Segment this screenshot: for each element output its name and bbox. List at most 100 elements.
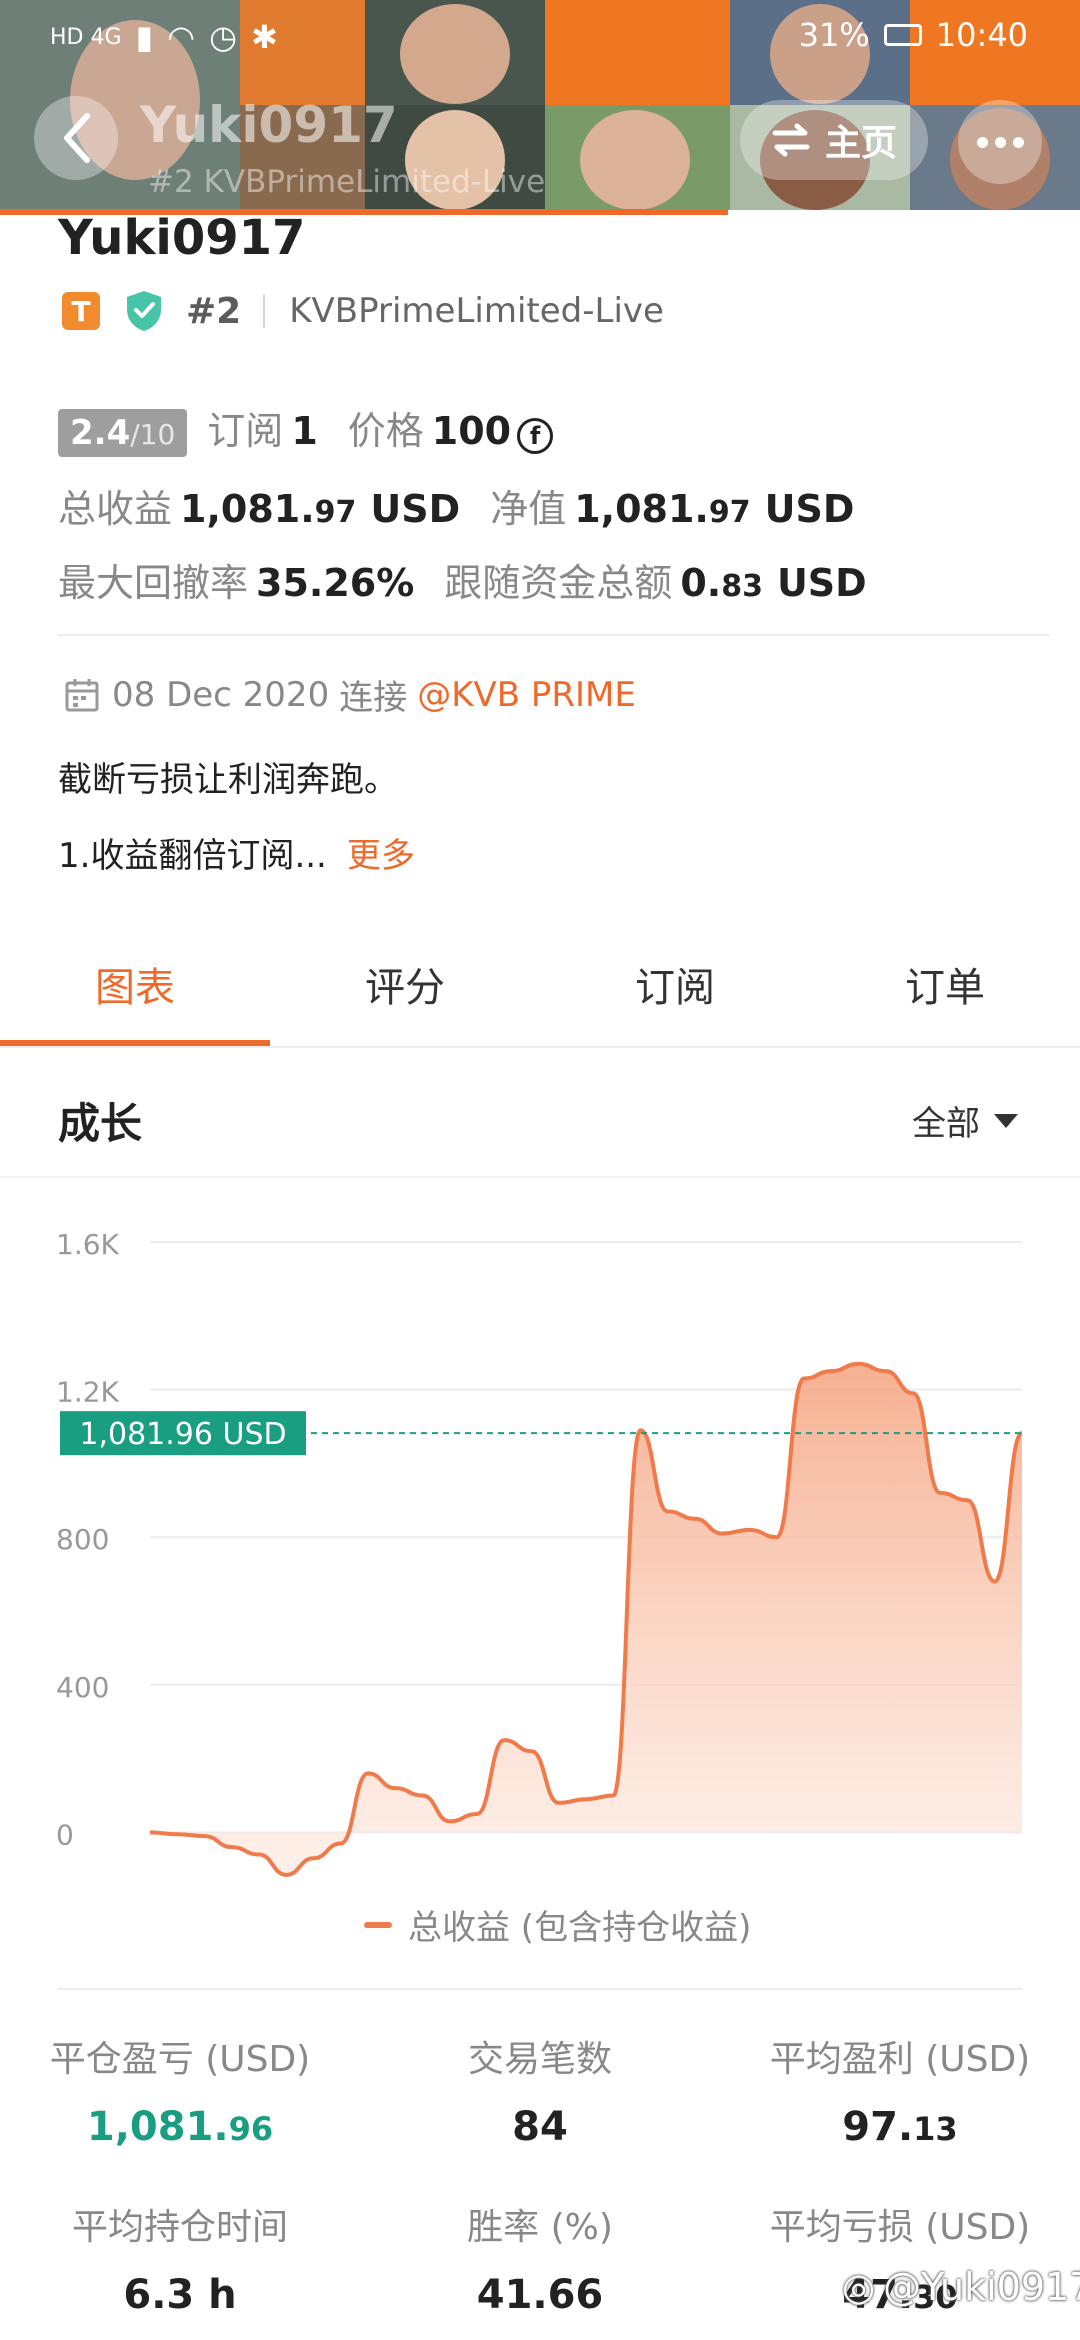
stat-label: 胜率 (%) [467, 2207, 613, 2248]
caret-down-icon [994, 1113, 1018, 1128]
follow-funds-label: 跟随资金总额 [444, 561, 673, 605]
divider [58, 1988, 1022, 1990]
stat-value-int: 1,081. [86, 2104, 229, 2150]
drawdown-row: 最大回撤率 35.26% 跟随资金总额 0. 83 USD [58, 552, 867, 607]
header-subtitle: #2 KVBPrimeLimited-Live [148, 164, 546, 200]
subscribe-label: 订阅 [207, 409, 284, 453]
status-bar: HD 4G ▮ ◠ ◷ ✱ 31% 10:40 [0, 0, 1080, 70]
bluetooth-icon: ✱ [250, 18, 278, 56]
rank: #2 [186, 290, 242, 332]
join-info: 08 Dec 2020 连接 @KVB PRIME [64, 670, 636, 719]
score-badge: 2.4/10 [58, 409, 188, 457]
y-tick-label: 800 [56, 1523, 109, 1556]
watermark-text: @Yuki0917 [883, 2265, 1080, 2309]
more-link[interactable]: 更多 [347, 836, 415, 876]
divider [263, 294, 266, 328]
stat-label: 平均持仓时间 [71, 2207, 288, 2248]
broker-link[interactable]: @KVB PRIME [417, 675, 636, 715]
total-profit-int: 1,081. [180, 487, 315, 531]
range-value: 全部 [912, 1104, 980, 1144]
header-banner: HD 4G ▮ ◠ ◷ ✱ 31% 10:40 Yuki0917 #2 KVBP… [0, 0, 1080, 215]
price-label: 价格 [347, 409, 424, 453]
coin-icon: f [517, 418, 554, 454]
total-profit-dec: 97 [314, 495, 357, 530]
dot-icon [976, 136, 988, 148]
follow-funds-dec: 83 [721, 569, 763, 604]
stat-win-rate: 胜率 (%) 41.66 [370, 2198, 710, 2318]
stat-label: 交易笔数 [467, 2039, 612, 2080]
divider [58, 634, 1050, 636]
tab-subscription[interactable]: 订阅 [540, 920, 810, 1048]
trader-username: Yuki0917 [58, 210, 306, 266]
score-denominator: /10 [130, 418, 176, 451]
weibo-icon: ◎ [842, 2265, 876, 2309]
profit-row: 总收益 1,081. 97 USD 净值 1,081. 97 USD [58, 478, 854, 533]
tab-bar: 图表 评分 订阅 订单 [0, 920, 1080, 1048]
chart-legend: 总收益 (包含持仓收益) [364, 1900, 751, 1949]
stat-value-int: 84 [512, 2104, 568, 2150]
stat-value: 41.66 [370, 2272, 710, 2318]
swap-icon [772, 123, 810, 157]
server-name: KVBPrimeLimited-Live [289, 291, 664, 331]
legend-swatch [364, 1921, 392, 1928]
current-value-label: 1,081.96 USD [79, 1417, 286, 1452]
equity-unit: USD [764, 487, 855, 531]
total-profit-unit: USD [370, 487, 461, 531]
home-button[interactable]: 主页 [740, 100, 928, 180]
legend-label: 总收益 (包含持仓收益) [408, 1908, 752, 1948]
network-indicator: HD 4G [50, 24, 122, 50]
watermark: ◎ @Yuki0917 [842, 2265, 1080, 2309]
alarm-icon: ◷ [209, 18, 237, 56]
calendar-icon [65, 678, 99, 711]
stat-value: 6.3 h [10, 2272, 350, 2318]
equity-label: 净值 [490, 487, 567, 531]
stat-label: 平均亏损 (USD) [769, 2207, 1031, 2248]
range-dropdown[interactable]: 全部 [912, 1096, 1018, 1145]
growth-title: 成长 [58, 1099, 143, 1148]
stat-trade-count: 交易笔数 84 [370, 2030, 710, 2150]
growth-chart: 1.6K1.2K8004000-40010 Dec22 Dec06 Jan 1,… [56, 1228, 1024, 1877]
battery-icon [883, 24, 922, 46]
y-tick-label: 1.2K [56, 1376, 120, 1409]
subscribe-count: 1 [291, 409, 318, 453]
trader-avatar-4 [580, 110, 690, 210]
stat-value: 97.13 [730, 2104, 1070, 2150]
trader-meta: T #2 KVBPrimeLimited-Live [62, 288, 664, 334]
clock: 10:40 [935, 16, 1028, 54]
tab-orders[interactable]: 订单 [810, 920, 1080, 1048]
stat-avg-hold-time: 平均持仓时间 6.3 h [10, 2198, 350, 2318]
stat-value: 1,081.96 [10, 2104, 350, 2150]
stat-closed-pnl: 平仓盈亏 (USD) 1,081.96 [10, 2030, 350, 2150]
more-options-button[interactable] [958, 100, 1042, 184]
score-row: 2.4/10 订阅 1 价格 100 f [58, 400, 554, 457]
drawdown-value: 35.26% [256, 561, 415, 605]
dot-icon [994, 136, 1006, 148]
wifi-icon: ◠ [167, 18, 196, 56]
tab-rating[interactable]: 评分 [270, 920, 540, 1048]
join-date: 08 Dec 2020 [112, 674, 330, 715]
divider [0, 1176, 1080, 1178]
stat-value-int: 97. [842, 2104, 914, 2150]
screen: HD 4G ▮ ◠ ◷ ✱ 31% 10:40 Yuki0917 #2 KVBP… [0, 0, 1080, 2340]
back-button[interactable] [34, 96, 118, 180]
stat-label: 平均盈利 (USD) [769, 2039, 1031, 2080]
stat-value: 84 [370, 2104, 710, 2150]
stat-value-int: 41.66 [476, 2272, 604, 2318]
stat-value-dec: 96 [228, 2110, 274, 2148]
y-tick-label: 1.6K [56, 1228, 120, 1261]
drawdown-label: 最大回撤率 [58, 561, 249, 605]
y-tick-label: 0 [56, 1818, 74, 1851]
divider [0, 1046, 1080, 1048]
battery-percent: 31% [798, 16, 870, 54]
follow-funds-int: 0. [680, 561, 722, 605]
strategy-description-line2: 1.收益翻倍订阅... 更多 [58, 828, 415, 877]
tab-chart[interactable]: 图表 [0, 920, 270, 1048]
join-word: 连接 [339, 678, 408, 718]
follow-funds-unit: USD [776, 561, 867, 605]
strategy-description: 截断亏损让利润奔跑。 [58, 760, 398, 800]
equity-int: 1,081. [574, 487, 709, 531]
stat-avg-profit: 平均盈利 (USD) 97.13 [730, 2030, 1070, 2150]
verified-shield-icon [127, 291, 161, 331]
equity-dec: 97 [708, 495, 751, 530]
chevron-left-icon [64, 113, 90, 163]
